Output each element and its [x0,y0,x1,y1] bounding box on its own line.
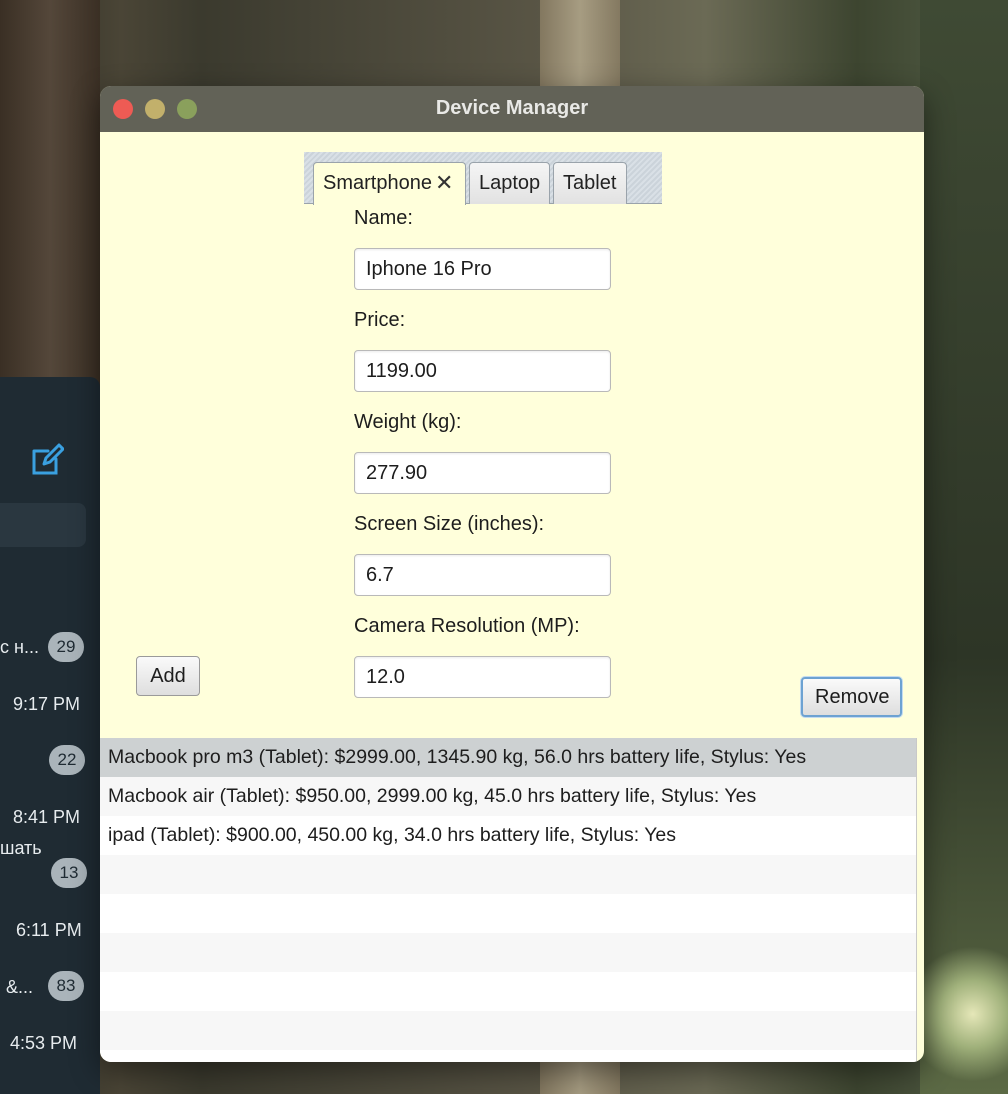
screen-size-label: Screen Size (inches): [354,513,545,535]
desktop-wallpaper-tree [920,0,1008,1094]
name-field[interactable] [354,248,611,290]
list-item[interactable]: Macbook pro m3 (Tablet): $2999.00, 1345.… [100,738,916,777]
remove-button[interactable]: Remove [801,677,902,717]
list-item[interactable] [100,894,916,933]
camera-resolution-field[interactable] [354,656,611,698]
tab-smartphone[interactable]: Smartphone ✕ [313,162,466,205]
list-item[interactable] [100,1011,916,1050]
chat-timestamp: 4:53 PM [10,1033,78,1053]
price-field[interactable] [354,350,611,392]
list-item[interactable]: Macbook air (Tablet): $950.00, 2999.00 k… [100,777,916,816]
add-button[interactable]: Add [136,656,200,696]
chat-preview-text: с н... [0,637,39,657]
camera-resolution-label: Camera Resolution (MP): [354,615,580,637]
price-label: Price: [354,309,406,331]
tab-tablet[interactable]: Tablet [553,162,627,204]
list-item[interactable] [100,855,916,894]
name-label: Name: [354,207,413,229]
unread-badge: 22 [49,745,85,775]
unread-badge: 29 [48,632,84,662]
weight-field[interactable] [354,452,611,494]
zoom-window-button[interactable] [177,99,197,119]
close-window-button[interactable] [113,99,133,119]
close-icon[interactable]: ✕ [435,163,453,203]
tab-laptop[interactable]: Laptop [469,162,550,204]
list-item[interactable]: ipad (Tablet): $900.00, 450.00 kg, 34.0 … [100,816,916,855]
tab-label: Tablet [563,172,617,194]
chat-timestamp: 8:41 PM [13,807,81,827]
device-list[interactable]: Macbook pro m3 (Tablet): $2999.00, 1345.… [100,738,917,1062]
chat-timestamp: 9:17 PM [13,694,81,714]
window-title: Device Manager [435,97,589,119]
desktop-wallpaper-light [920,934,1008,1094]
chat-preview-text: шать [0,838,42,858]
weight-label: Weight (kg): [354,411,462,433]
chat-preview-text: &... [6,977,34,997]
tab-label: Laptop [479,172,541,194]
tab-label: Smartphone [323,172,432,194]
screen-size-field[interactable] [354,554,611,596]
chat-timestamp: 6:11 PM [16,920,82,940]
list-item[interactable] [100,972,916,1011]
minimize-window-button[interactable] [145,99,165,119]
device-type-tabs: Smartphone ✕ Laptop Tablet [304,152,662,205]
background-search-field[interactable] [0,503,86,547]
compose-icon[interactable] [30,443,64,477]
list-item[interactable] [100,933,916,972]
device-manager-window: Device Manager Smartphone ✕ Laptop Table… [100,86,924,1062]
unread-badge: 83 [48,971,84,1001]
unread-badge: 13 [51,858,87,888]
title-bar[interactable]: Device Manager [100,86,924,132]
